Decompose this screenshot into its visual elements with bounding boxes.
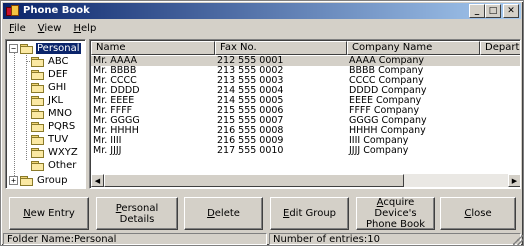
personal-details-button[interactable]: Personal Details <box>96 197 178 230</box>
tree-item-label: JKL <box>48 94 64 106</box>
scroll-left-icon[interactable]: ◀ <box>91 174 104 187</box>
scrollbar-thumb[interactable] <box>104 174 404 187</box>
status-folder-name: Folder Name:Personal <box>3 233 267 245</box>
tree-item-label: PQRS <box>48 120 76 132</box>
resize-grip-icon[interactable] <box>513 235 523 245</box>
horizontal-scrollbar[interactable]: ◀ ▶ <box>91 174 520 187</box>
tree-item-jkl[interactable]: JKL <box>27 94 64 106</box>
folder-icon <box>31 134 44 145</box>
tree-item-mno[interactable]: MNO <box>27 107 73 119</box>
close-button[interactable]: Close <box>440 197 516 230</box>
scrollbar-track[interactable] <box>104 174 508 187</box>
collapse-icon[interactable]: − <box>9 43 18 53</box>
tree-item-personal[interactable]: − Personal <box>9 41 82 55</box>
tree-item-label: WXYZ <box>48 146 78 158</box>
status-bar: Folder Name:Personal Number of entries:1… <box>3 233 523 245</box>
table-row[interactable]: Mr. IIII 216 555 0009 IIII Company <box>91 136 520 146</box>
column-header-company[interactable]: Company Name <box>347 41 480 55</box>
edit-group-button[interactable]: Edit Group <box>270 197 349 230</box>
expand-icon[interactable]: + <box>9 175 18 185</box>
folder-icon <box>31 69 44 80</box>
tree-item-tuv[interactable]: TUV <box>27 133 69 145</box>
folder-icon <box>20 175 33 186</box>
folder-icon <box>31 160 44 171</box>
tree-item-label: ABC <box>48 55 69 67</box>
table-row[interactable]: Mr. HHHH 216 555 0008 HHHH Company <box>91 126 520 136</box>
tree-item-other[interactable]: Other <box>27 159 77 171</box>
tree-item-label: Other <box>48 159 77 171</box>
tree-item-label: DEF <box>48 68 68 80</box>
phone-book-app-icon <box>6 5 20 17</box>
table-row[interactable]: Mr. CCCC 213 555 0003 CCCC Company <box>91 76 520 86</box>
close-window-button[interactable]: ✕ <box>503 4 519 18</box>
list-header: Name Fax No. Company Name Departme <box>91 41 520 55</box>
tree-item-label: Group <box>37 174 68 186</box>
tree-item-pqrs[interactable]: PQRS <box>27 120 76 132</box>
tree-item-wxyz[interactable]: WXYZ <box>27 146 79 158</box>
tree-item-group[interactable]: + Group <box>9 174 68 186</box>
tree-item-label: MNO <box>48 107 72 119</box>
table-row[interactable]: Mr. GGGG 215 555 0007 GGGG Company <box>91 116 520 126</box>
contact-list[interactable]: Name Fax No. Company Name Departme Mr. A… <box>89 39 521 189</box>
acquire-phone-book-button[interactable]: Acquire Device's Phone Book <box>356 197 435 230</box>
menu-view[interactable]: View <box>32 23 68 34</box>
folder-open-icon <box>20 43 33 54</box>
folder-icon <box>31 121 44 132</box>
delete-button[interactable]: Delete <box>184 197 263 230</box>
maximize-button[interactable]: □ <box>485 4 501 18</box>
tree-line <box>14 52 15 176</box>
status-entry-count: Number of entries:10 <box>269 233 521 245</box>
column-header-department[interactable]: Departme <box>480 41 520 55</box>
tree-item-abc[interactable]: ABC <box>26 55 70 67</box>
table-row[interactable]: Mr. EEEE 214 555 0005 EEEE Company <box>91 96 520 106</box>
table-row[interactable]: Mr. DDDD 214 555 0004 DDDD Company <box>91 86 520 96</box>
window-title: Phone Book <box>23 5 90 16</box>
menu-help[interactable]: Help <box>67 23 102 34</box>
folder-icon <box>31 147 44 158</box>
table-row[interactable]: Mr. FFFF 215 555 0006 FFFF Company <box>91 106 520 116</box>
menu-bar: File View Help <box>3 20 521 36</box>
column-header-fax[interactable]: Fax No. <box>215 41 347 55</box>
scroll-right-icon[interactable]: ▶ <box>508 174 520 187</box>
title-bar[interactable]: Phone Book _ □ ✕ <box>3 3 521 19</box>
tree-item-label: Personal <box>35 41 82 55</box>
folder-tree[interactable]: − Personal ABC DEF GHI JKL MNO PQRS TUV … <box>5 39 86 189</box>
table-row[interactable]: Mr. AAAA 212 555 0001 AAAA Company <box>91 56 520 66</box>
tree-item-def[interactable]: DEF <box>27 68 69 80</box>
tree-item-ghi[interactable]: GHI <box>27 81 67 93</box>
folder-icon <box>31 82 44 93</box>
button-bar: New Entry Personal Details Delete Edit G… <box>1 197 524 231</box>
folder-icon <box>31 108 44 119</box>
new-entry-button[interactable]: New Entry <box>9 197 89 230</box>
list-rows: Mr. AAAA 212 555 0001 AAAA Company Mr. BBB… <box>91 56 520 156</box>
table-row[interactable]: Mr. BBBB 213 555 0002 BBBB Company <box>91 66 520 76</box>
phone-book-window: Phone Book _ □ ✕ File View Help − Person… <box>0 0 524 246</box>
tree-item-label: TUV <box>48 133 69 145</box>
table-row[interactable]: Mr. JJJJ 217 555 0010 JJJJ Company <box>91 146 520 156</box>
folder-icon <box>31 56 44 67</box>
folder-icon <box>31 95 44 106</box>
column-header-name[interactable]: Name <box>91 41 215 55</box>
minimize-button[interactable]: _ <box>469 4 485 18</box>
tree-item-label: GHI <box>48 81 67 93</box>
menu-file[interactable]: File <box>3 23 32 34</box>
